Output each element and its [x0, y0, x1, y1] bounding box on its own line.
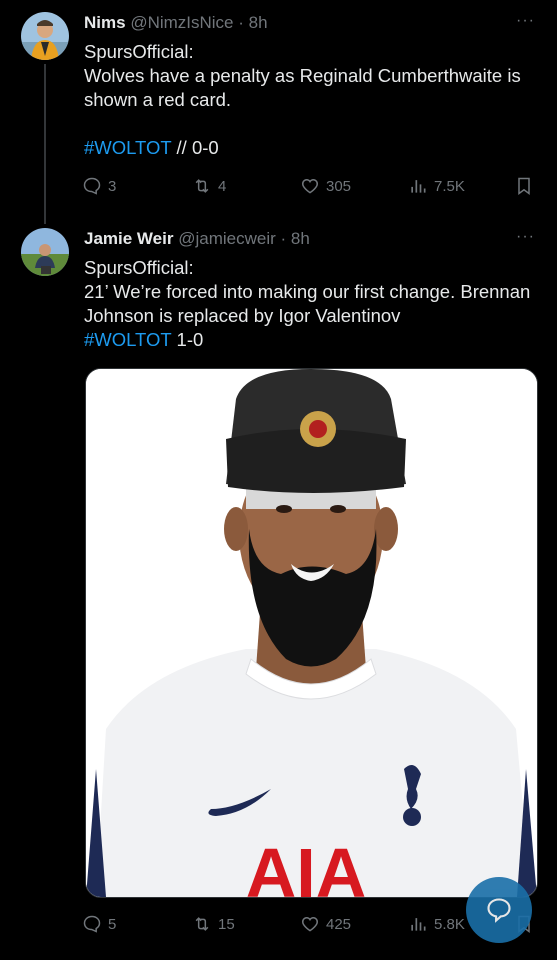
reply-icon [83, 915, 101, 933]
action-bar: 3 4 305 7.5K [82, 176, 542, 200]
separator: · [233, 13, 249, 32]
like-count: 305 [326, 177, 352, 195]
like-button[interactable]: 305 [300, 176, 351, 196]
tweet-line-content: Wolves have a penalty as Reginald Cumber… [84, 65, 521, 110]
reply-button[interactable]: 3 [82, 176, 116, 196]
heart-icon [301, 178, 319, 194]
handle[interactable]: @jamiecweir [178, 229, 276, 248]
timestamp[interactable]: 8h [249, 13, 268, 32]
shirt-sponsor-text: AIA [246, 834, 367, 897]
separator: · [275, 229, 291, 248]
tweet-line-source: SpursOfficial: [84, 257, 194, 278]
display-name[interactable]: Jamie Weir [84, 229, 173, 248]
chat-bubble-icon [487, 898, 511, 923]
avatar-jamie-weir[interactable] [21, 228, 69, 276]
tweet-header: Nims @NimzIsNice · 8h [84, 12, 268, 34]
score-text: 1-0 [171, 329, 204, 350]
repost-button[interactable]: 15 [192, 914, 235, 934]
views-count: 7.5K [434, 177, 465, 195]
like-button[interactable]: 425 [300, 914, 351, 934]
more-options-icon[interactable]: ··· [516, 228, 535, 246]
reply-count: 3 [108, 177, 117, 195]
repost-icon [195, 179, 209, 193]
tweet-text: SpursOfficial: Wolves have a penalty as … [84, 40, 539, 160]
display-name[interactable]: Nims [84, 13, 126, 32]
player-photo: AIA [86, 369, 537, 897]
views-button[interactable]: 7.5K [408, 176, 465, 196]
like-count: 425 [326, 915, 352, 933]
thread-connector [44, 64, 46, 224]
views-icon [411, 918, 426, 931]
avatar-nims[interactable] [21, 12, 69, 60]
reply-count: 5 [108, 915, 117, 933]
reply-icon [83, 177, 101, 195]
views-button[interactable]: 5.8K [408, 914, 465, 934]
views-count: 5.8K [434, 915, 465, 933]
timestamp[interactable]: 8h [291, 229, 310, 248]
repost-icon [195, 917, 209, 931]
floating-reply-button[interactable] [466, 877, 532, 943]
heart-icon [301, 916, 319, 932]
repost-count: 15 [218, 915, 235, 933]
bookmark-icon [518, 177, 530, 195]
tweet-image[interactable]: AIA [85, 368, 538, 898]
repost-button[interactable]: 4 [192, 176, 226, 196]
more-options-icon[interactable]: ··· [516, 12, 535, 30]
repost-count: 4 [218, 177, 227, 195]
reply-button[interactable]: 5 [82, 914, 116, 934]
hashtag-link[interactable]: #WOLTOT [84, 137, 171, 158]
tweet-line-content: 21’ We’re forced into making our first c… [84, 281, 531, 326]
bookmark-button[interactable] [514, 176, 540, 196]
hashtag-link[interactable]: #WOLTOT [84, 329, 171, 350]
tweet-header: Jamie Weir @jamiecweir · 8h [84, 228, 310, 250]
score-text: // 0-0 [171, 137, 219, 158]
tweet-text: SpursOfficial: 21’ We’re forced into mak… [84, 256, 539, 352]
views-icon [411, 180, 426, 193]
handle[interactable]: @NimzIsNice [130, 13, 233, 32]
tweet-line-source: SpursOfficial: [84, 41, 194, 62]
